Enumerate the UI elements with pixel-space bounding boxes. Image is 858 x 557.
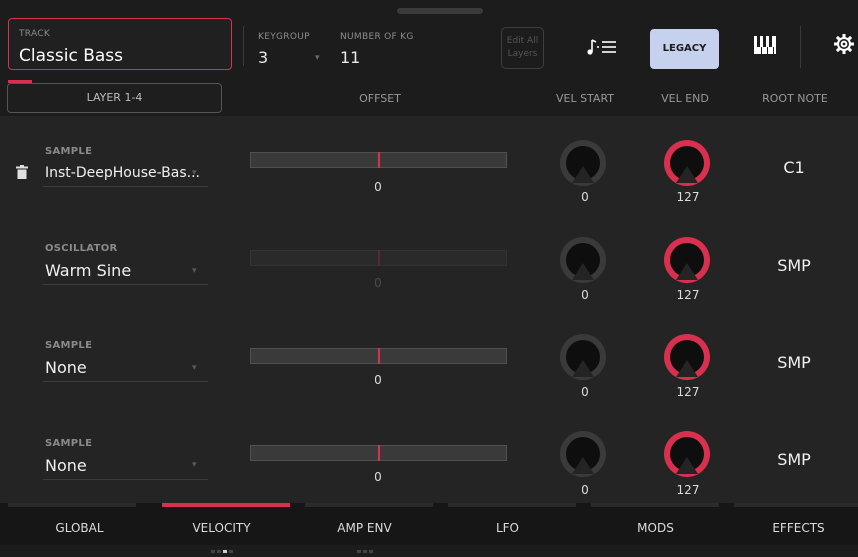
column-header-vel-end: VEL END bbox=[661, 92, 709, 105]
vel-end-knob[interactable] bbox=[662, 332, 712, 382]
sample-select[interactable]: None bbox=[45, 358, 87, 377]
offset-value: 0 bbox=[374, 180, 382, 194]
offset-value: 0 bbox=[374, 276, 382, 290]
vel-start-knob[interactable] bbox=[558, 332, 608, 382]
column-header-offset: OFFSET bbox=[359, 92, 401, 105]
root-note-field[interactable]: SMP bbox=[754, 450, 834, 469]
vel-end-value: 127 bbox=[676, 288, 700, 302]
tab-velocity[interactable]: VELOCITY bbox=[150, 521, 293, 535]
piano-keyboard-icon[interactable] bbox=[753, 35, 777, 55]
chevron-down-icon: ▾ bbox=[192, 363, 197, 373]
layer-type-label: SAMPLE bbox=[45, 438, 93, 449]
legacy-button[interactable]: LEGACY bbox=[650, 29, 719, 69]
edit-all-label-line2: Layers bbox=[507, 49, 538, 59]
vel-end-knob[interactable] bbox=[662, 138, 712, 188]
tab-lfo[interactable]: LFO bbox=[436, 521, 579, 535]
header-divider bbox=[800, 26, 801, 68]
page-dots bbox=[293, 538, 436, 557]
page-dots bbox=[150, 538, 293, 557]
root-note-field[interactable]: C1 bbox=[754, 158, 834, 177]
column-header-vel-start: VEL START bbox=[555, 92, 615, 105]
tab-indicator bbox=[305, 503, 433, 507]
edit-all-layers-button[interactable]: Edit All Layers bbox=[501, 27, 544, 69]
note-list-icon[interactable] bbox=[586, 36, 622, 60]
offset-value: 0 bbox=[374, 470, 382, 484]
vel-start-value: 0 bbox=[581, 288, 589, 302]
tab-global[interactable]: GLOBAL bbox=[8, 521, 151, 535]
tab-effects[interactable]: EFFECTS bbox=[727, 521, 858, 535]
select-underline bbox=[43, 186, 208, 187]
select-underline bbox=[43, 479, 208, 480]
chevron-down-icon: ▾ bbox=[315, 53, 320, 63]
number-of-kg-label: NUMBER OF KG bbox=[340, 32, 414, 42]
tab-amp-env[interactable]: AMP ENV bbox=[293, 521, 436, 535]
layer-type-label: SAMPLE bbox=[45, 340, 93, 351]
vel-start-knob[interactable] bbox=[558, 138, 608, 188]
column-header-root-note: ROOT NOTE bbox=[762, 92, 828, 105]
tab-indicator bbox=[448, 503, 576, 507]
vel-start-knob[interactable] bbox=[558, 235, 608, 285]
layer-type-label: OSCILLATOR bbox=[45, 243, 118, 254]
header-divider bbox=[243, 26, 244, 66]
tab-mods[interactable]: MODS bbox=[584, 521, 727, 535]
tab-indicator bbox=[8, 503, 136, 507]
select-underline bbox=[43, 284, 208, 285]
chevron-down-icon: ▾ bbox=[192, 168, 197, 178]
vel-end-knob[interactable] bbox=[662, 429, 712, 479]
keygroup-field[interactable]: 3 bbox=[258, 48, 268, 67]
vel-start-knob[interactable] bbox=[558, 429, 608, 479]
vel-start-value: 0 bbox=[581, 190, 589, 204]
offset-slider-handle bbox=[378, 250, 380, 266]
sample-select[interactable]: Inst-DeepHouse-Bas... bbox=[45, 165, 200, 181]
offset-value: 0 bbox=[374, 373, 382, 387]
keygroup-label: KEYGROUP bbox=[258, 32, 310, 42]
vel-end-value: 127 bbox=[676, 483, 700, 497]
trash-icon[interactable] bbox=[16, 164, 28, 179]
vel-start-value: 0 bbox=[581, 483, 589, 497]
edit-all-label: Edit All bbox=[506, 36, 539, 46]
gear-icon[interactable] bbox=[833, 33, 855, 55]
offset-slider-handle[interactable] bbox=[378, 152, 380, 168]
track-name: Classic Bass bbox=[19, 46, 123, 66]
layer-tab[interactable]: LAYER 1-4 bbox=[7, 83, 222, 113]
vel-end-value: 127 bbox=[676, 190, 700, 204]
vel-start-value: 0 bbox=[581, 385, 589, 399]
chevron-down-icon: ▾ bbox=[192, 460, 197, 470]
offset-slider-handle[interactable] bbox=[378, 348, 380, 364]
tab-indicator-active bbox=[162, 503, 290, 507]
vel-end-value: 127 bbox=[676, 385, 700, 399]
root-note-field[interactable]: SMP bbox=[754, 256, 834, 275]
drag-handle[interactable] bbox=[397, 8, 483, 14]
layer-type-label: SAMPLE bbox=[45, 146, 93, 157]
tab-indicator bbox=[734, 503, 858, 507]
oscillator-select[interactable]: Warm Sine bbox=[45, 261, 131, 280]
vel-end-knob[interactable] bbox=[662, 235, 712, 285]
sample-select[interactable]: None bbox=[45, 456, 87, 475]
offset-slider-handle[interactable] bbox=[378, 445, 380, 461]
select-underline bbox=[43, 381, 208, 382]
root-note-field[interactable]: SMP bbox=[754, 353, 834, 372]
tab-indicator bbox=[591, 503, 719, 507]
chevron-down-icon: ▾ bbox=[192, 266, 197, 276]
track-label: TRACK bbox=[19, 29, 51, 39]
number-of-kg-field[interactable]: 11 bbox=[340, 48, 360, 67]
